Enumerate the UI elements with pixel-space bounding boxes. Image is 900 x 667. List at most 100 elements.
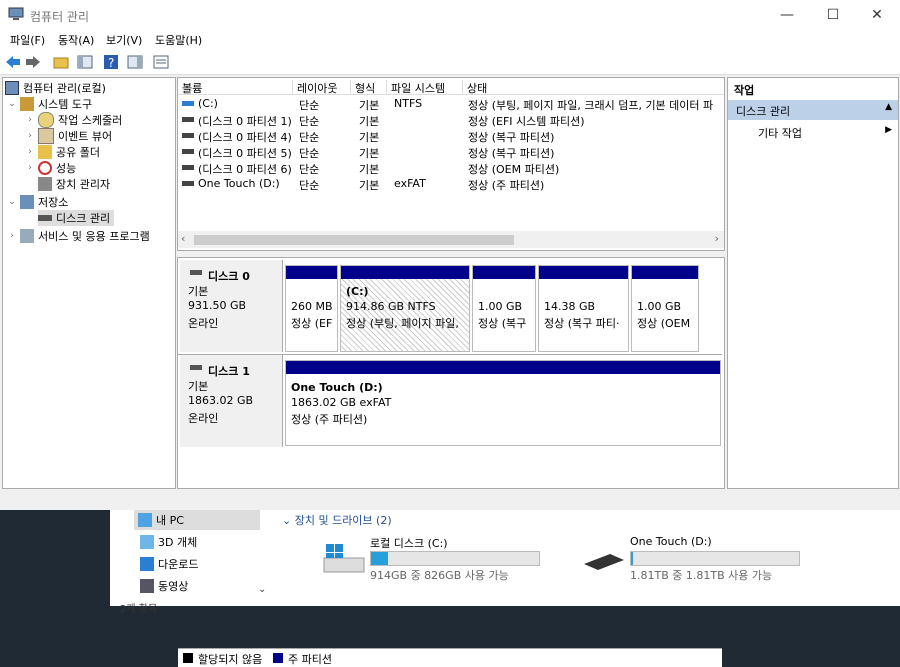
column-status[interactable]: 상태 (463, 80, 724, 95)
partition-efi[interactable]: 260 MB 정상 (EF (285, 265, 338, 352)
chevron-right-icon[interactable]: › (25, 115, 35, 125)
partition-recovery-5[interactable]: 14.38 GB 정상 (복구 파티· (538, 265, 629, 352)
toolbar: ? (0, 50, 900, 75)
column-type[interactable]: 형식 (351, 80, 387, 95)
tree-item-device-manager[interactable]: 장치 관리자 (25, 176, 110, 192)
clock-icon (38, 112, 54, 128)
partition-status: 정상 (부팅, 페이지 파일, (346, 317, 459, 330)
volume-row[interactable]: One Touch (D:) 단순 기본 exFAT 정상 (주 파티션) (178, 176, 724, 192)
storage-icon (20, 195, 34, 209)
more-actions[interactable]: 기타 작업 (758, 125, 802, 141)
menu-action[interactable]: 동작(A) (58, 32, 94, 48)
volume-list-header: 볼륨 레이아웃 형식 파일 시스템 상태 (178, 78, 724, 95)
chevron-right-icon[interactable]: › (7, 231, 17, 241)
event-viewer-icon (38, 128, 54, 144)
chevron-down-icon[interactable]: ⌄ (7, 197, 17, 207)
volume-row[interactable]: (디스크 0 파티션 1) 단순 기본 정상 (EFI 시스템 파티션) (178, 112, 724, 128)
disk-icon (190, 270, 202, 275)
tree-storage[interactable]: ⌄ 저장소 (7, 194, 68, 210)
nav-this-pc[interactable]: 내 PC (134, 510, 260, 530)
close-button[interactable]: ✕ (854, 0, 900, 30)
nav-3d-objects[interactable]: 3D 개체 (140, 532, 197, 552)
legend-unallocated: 할당되지 않음 (198, 653, 263, 666)
menu-view[interactable]: 보기(V) (106, 32, 142, 48)
drive-d-name[interactable]: One Touch (D:) (630, 535, 712, 548)
partition-c[interactable]: (C:) 914.86 GB NTFS 정상 (부팅, 페이지 파일, (340, 265, 470, 352)
partition-oem[interactable]: 1.00 GB 정상 (OEM (631, 265, 699, 352)
nav-label: 다운로드 (158, 558, 199, 571)
volume-icon (182, 165, 194, 170)
drive-c-usage-bar (370, 551, 540, 566)
volume-row[interactable]: (디스크 0 파티션 6) 단순 기본 정상 (OEM 파티션) (178, 160, 724, 176)
minimize-button[interactable]: — (764, 0, 810, 30)
console-tree-icon[interactable] (76, 53, 94, 71)
menu-file[interactable]: 파일(F) (10, 32, 45, 48)
nav-downloads[interactable]: 다운로드 (140, 554, 198, 574)
actions-header: 작업 (734, 84, 755, 97)
tree-item-shared-folders[interactable]: › 공유 폴더 (25, 144, 100, 160)
volume-cell: 단순 (299, 163, 320, 176)
column-filesystem[interactable]: 파일 시스템 (387, 80, 463, 95)
svg-text:?: ? (108, 56, 114, 70)
drives-group-header[interactable]: ⌄ 장치 및 드라이브 (2) (282, 512, 392, 528)
file-explorer-background: 내 PC 3D 개체 다운로드 동영상 ⌄ ⌄ 장치 및 드라이브 (2) 로컬… (0, 510, 900, 615)
partition-size: 914.86 GB NTFS (346, 300, 436, 313)
back-arrow-icon[interactable] (4, 53, 22, 71)
chevron-right-icon[interactable]: › (25, 163, 35, 173)
tree-services[interactable]: › 서비스 및 응용 프로그램 (7, 228, 150, 244)
partition-one-touch[interactable]: One Touch (D:) 1863.02 GB exFAT 정상 (주 파티션) (285, 360, 721, 446)
volume-cell: 단순 (299, 147, 320, 160)
partition-status: 정상 (EF (291, 317, 333, 330)
volume-row[interactable]: (디스크 0 파티션 4) 단순 기본 정상 (복구 파티션) (178, 128, 724, 144)
disk-0-label[interactable]: 디스크 0 기본 931.50 GB 온라인 (180, 260, 283, 352)
scroll-right-icon[interactable]: › (715, 232, 719, 245)
column-volume[interactable]: 볼륨 (178, 80, 293, 95)
volume-cell: exFAT (394, 177, 426, 190)
tree-item-disk-management[interactable]: 디스크 관리 (38, 210, 115, 226)
chevron-down-icon[interactable]: ⌄ (258, 584, 266, 595)
properties-icon[interactable] (152, 53, 170, 71)
actions-section-disk-management[interactable]: 디스크 관리 ▲ (728, 100, 898, 120)
menu-help[interactable]: 도움말(H) (155, 32, 202, 48)
tree-item-task-scheduler[interactable]: › 작업 스케줄러 (25, 112, 122, 128)
nav-label: 동영상 (158, 580, 189, 593)
chevron-right-icon[interactable]: › (25, 131, 35, 141)
disk-status: 온라인 (188, 317, 219, 330)
partition-status: 정상 (복구 (478, 317, 527, 330)
nav-videos[interactable]: 동영상 (140, 576, 188, 596)
horizontal-scrollbar[interactable]: ‹ › (178, 231, 724, 248)
volume-cell: 단순 (299, 131, 320, 144)
tree-system-tools[interactable]: ⌄ 시스템 도구 (7, 96, 92, 112)
volume-cell: (디스크 0 파티션 6) (198, 163, 292, 176)
legend: 할당되지 않음 주 파티션 (178, 648, 722, 667)
volume-cell: (C:) (198, 97, 218, 110)
collapse-up-icon[interactable]: ▲ (885, 102, 892, 112)
folder-up-icon[interactable] (52, 53, 70, 71)
volume-row[interactable]: (디스크 0 파티션 5) 단순 기본 정상 (복구 파티션) (178, 144, 724, 160)
drive-d-usage-bar (630, 551, 800, 566)
scrollbar-thumb[interactable] (194, 235, 514, 245)
show-hide-action-pane-icon[interactable] (126, 53, 144, 71)
tree-root[interactable]: 컴퓨터 관리(로컬) (5, 80, 106, 96)
disk-icon (190, 365, 202, 370)
chevron-down-icon[interactable]: ⌄ (7, 99, 17, 109)
volume-row[interactable]: (C:) 단순 기본 NTFS 정상 (부팅, 페이지 파일, 크래시 덤프, 기본 데… (178, 96, 724, 112)
disk-1-label[interactable]: 디스크 1 기본 1863.02 GB 온라인 (180, 355, 283, 447)
help-icon[interactable]: ? (102, 53, 120, 71)
tree-item-performance[interactable]: › 성능 (25, 160, 76, 176)
partition-status: 정상 (OEM (637, 317, 691, 330)
computer-icon (5, 81, 19, 95)
tree-item-label: 작업 스케줄러 (58, 114, 123, 127)
column-layout[interactable]: 레이아웃 (293, 80, 351, 95)
disk-name: 디스크 1 (208, 365, 250, 378)
disk-icon (38, 215, 52, 221)
tree-item-event-viewer[interactable]: › 이벤트 뷰어 (25, 128, 112, 144)
scroll-left-icon[interactable]: ‹ (181, 232, 185, 245)
chevron-right-icon[interactable]: ▶ (885, 125, 892, 135)
maximize-button[interactable]: ☐ (810, 0, 856, 30)
partition-recovery-4[interactable]: 1.00 GB 정상 (복구 (472, 265, 536, 352)
pc-icon (138, 513, 152, 527)
chevron-right-icon[interactable]: › (25, 147, 35, 157)
drive-c-name[interactable]: 로컬 디스크 (C:) (370, 535, 448, 551)
forward-arrow-icon[interactable] (24, 53, 42, 71)
